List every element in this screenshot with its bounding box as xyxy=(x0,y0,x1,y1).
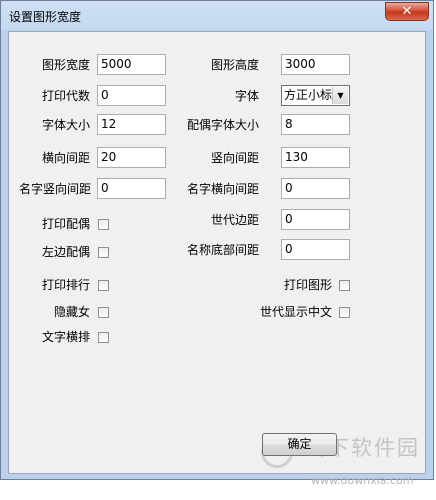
hide-female-label: 隐藏女 xyxy=(53,305,90,319)
spouse-font-size-label: 配偶字体大小 xyxy=(186,118,259,132)
generation-margin-input[interactable]: 0 xyxy=(281,209,350,230)
graph-height-label: 图形高度 xyxy=(210,58,259,72)
show-generation-chinese-checkbox[interactable] xyxy=(339,307,350,318)
dialog-body: 图形宽度 5000 图形高度 3000 打印代数 0 字体 方正小标 ▼ 字体大… xyxy=(8,31,426,487)
print-spouse-label: 打印配偶 xyxy=(41,217,90,231)
font-select[interactable]: 方正小标 ▼ xyxy=(281,85,350,106)
show-generation-chinese-label: 世代显示中文 xyxy=(259,305,332,319)
name-horizontal-spacing-input[interactable]: 0 xyxy=(281,178,350,199)
close-button[interactable]: ✕ xyxy=(385,2,429,21)
print-generation-input[interactable]: 0 xyxy=(97,85,166,106)
watermark-url: www.downxia.com xyxy=(311,474,414,487)
print-graph-label: 打印图形 xyxy=(283,278,332,292)
window-title: 设置图形宽度 xyxy=(9,10,82,24)
vertical-spacing-input[interactable]: 130 xyxy=(281,147,350,168)
title-bar[interactable]: 设置图形宽度 ✕ xyxy=(1,1,433,31)
font-size-input[interactable]: 12 xyxy=(97,114,166,135)
spouse-font-size-input[interactable]: 8 xyxy=(281,114,350,135)
horizontal-spacing-label: 横向间距 xyxy=(41,151,90,165)
text-horizontal-checkbox[interactable] xyxy=(98,332,109,343)
name-bottom-spacing-label: 名称底部间距 xyxy=(186,243,259,257)
name-vertical-spacing-label: 名字竖向间距 xyxy=(18,182,91,196)
font-label: 字体 xyxy=(234,89,259,103)
graph-width-input[interactable]: 5000 xyxy=(97,54,166,75)
chevron-down-icon[interactable]: ▼ xyxy=(332,87,348,104)
ok-button[interactable]: 确定 xyxy=(262,433,337,456)
print-rank-checkbox[interactable] xyxy=(98,280,109,291)
vertical-spacing-label: 竖向间距 xyxy=(210,151,259,165)
print-generation-label: 打印代数 xyxy=(41,89,90,103)
name-bottom-spacing-input[interactable]: 0 xyxy=(281,239,350,260)
print-rank-label: 打印排行 xyxy=(41,278,90,292)
font-select-value: 方正小标 xyxy=(284,88,333,102)
left-spouse-label: 左边配偶 xyxy=(41,245,90,259)
horizontal-spacing-input[interactable]: 20 xyxy=(97,147,166,168)
print-spouse-checkbox[interactable] xyxy=(98,219,109,230)
generation-margin-label: 世代边距 xyxy=(210,213,259,227)
close-icon: ✕ xyxy=(401,4,413,19)
hide-female-checkbox[interactable] xyxy=(98,307,109,318)
name-horizontal-spacing-label: 名字横向间距 xyxy=(186,182,259,196)
print-graph-checkbox[interactable] xyxy=(339,280,350,291)
dialog-window: 设置图形宽度 ✕ 图形宽度 5000 图形高度 3000 打印代数 0 字体 方… xyxy=(0,0,434,487)
font-size-label: 字体大小 xyxy=(41,118,90,132)
text-horizontal-label: 文字横排 xyxy=(41,330,90,344)
left-spouse-checkbox[interactable] xyxy=(98,247,109,258)
graph-height-input[interactable]: 3000 xyxy=(281,54,350,75)
graph-width-label: 图形宽度 xyxy=(41,58,90,72)
name-vertical-spacing-input[interactable]: 0 xyxy=(97,178,166,199)
